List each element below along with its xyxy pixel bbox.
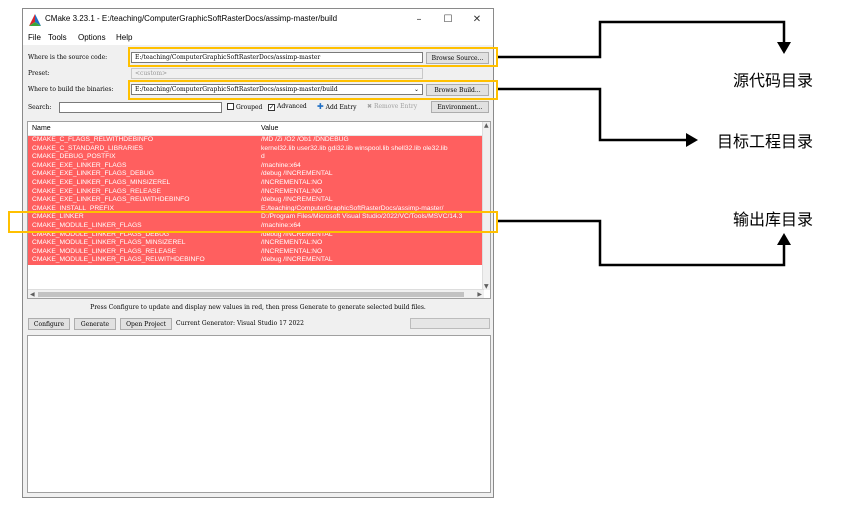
binaries-annotation: 目标工程目录 bbox=[717, 132, 814, 151]
source-annotation: 源代码目录 bbox=[733, 71, 814, 90]
install-annotation: 输出库目录 bbox=[733, 210, 814, 229]
annotation-connectors bbox=[498, 20, 791, 267]
